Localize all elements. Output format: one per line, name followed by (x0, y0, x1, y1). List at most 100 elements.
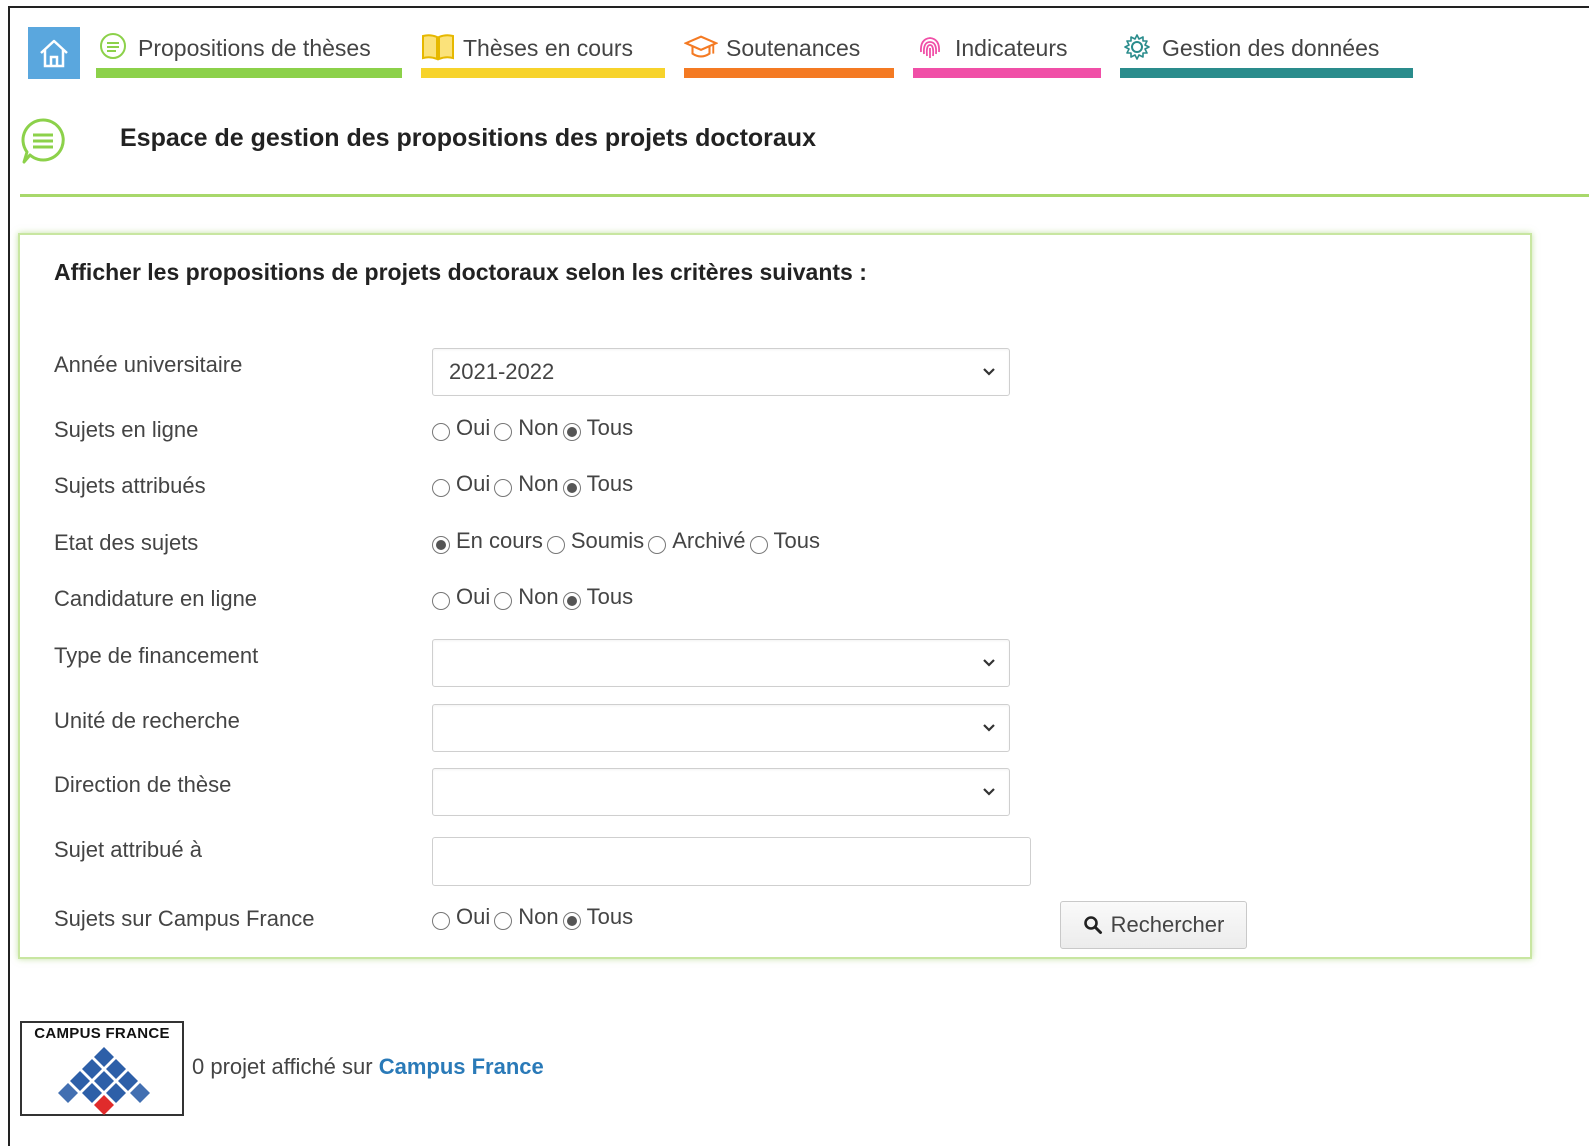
panel-title: Afficher les propositions de projets doc… (54, 259, 867, 285)
attribues-radio-group: Oui Non Tous (432, 471, 637, 497)
nav-label: Soutenances (726, 35, 861, 61)
nav-label: Indicateurs (955, 35, 1068, 61)
radio-label: Non (518, 904, 559, 929)
radio-button[interactable] (494, 592, 513, 610)
campus-radio-group: Oui Non Tous (432, 904, 637, 930)
speech-bubble-icon (21, 118, 65, 164)
chevron-down-icon (983, 724, 995, 732)
candidature-radio-group: Oui Non Tous (432, 584, 637, 610)
radio-button[interactable] (562, 592, 581, 610)
radio-button[interactable] (432, 536, 450, 554)
radio-label: Archivé (672, 528, 746, 553)
graduation-cap-icon (684, 30, 718, 64)
campus-label: Sujets sur Campus France (54, 906, 315, 931)
search-button[interactable]: Rechercher (1060, 901, 1247, 949)
radio-label: Tous (586, 415, 634, 440)
radio-label: Tous (586, 904, 634, 929)
attribue-a-label: Sujet attribué à (54, 837, 202, 862)
nav-underline (684, 68, 894, 78)
radio-option[interactable]: Tous (562, 471, 633, 497)
etat-radio-group: En cours Soumis Archivé Tous (432, 528, 824, 554)
nav-indicateurs[interactable]: Indicateurs (913, 28, 1101, 78)
radio-label: Oui (456, 471, 491, 496)
logo-text: CAMPUS FRANCE (34, 1025, 170, 1042)
radio-label: Tous (586, 584, 634, 609)
radio-button[interactable] (562, 912, 581, 930)
nav-label: Gestion des données (1162, 35, 1380, 61)
radio-label: En cours (456, 528, 543, 553)
campus-france-diamond-icon (58, 1047, 150, 1115)
radio-button[interactable] (494, 423, 513, 441)
radio-button[interactable] (432, 912, 450, 930)
header-divider (20, 194, 1589, 197)
gear-icon (1120, 30, 1154, 64)
footer-count: 0 projet affiché sur Campus France (192, 1054, 544, 1080)
unite-select[interactable] (432, 704, 1010, 752)
radio-option[interactable]: Oui (432, 415, 490, 441)
radio-option[interactable]: Non (494, 415, 559, 441)
search-button-label: Rechercher (1110, 912, 1225, 937)
radio-button[interactable] (432, 592, 450, 610)
fingerprint-icon (913, 30, 947, 64)
radio-option[interactable]: Oui (432, 584, 490, 610)
financement-label: Type de financement (54, 643, 259, 668)
chevron-down-icon (983, 659, 995, 667)
radio-button[interactable] (546, 536, 565, 554)
nav-gestion-donnees[interactable]: Gestion des données (1120, 28, 1413, 78)
etat-label: Etat des sujets (54, 530, 199, 555)
radio-option[interactable]: Tous (562, 584, 634, 610)
campus-france-logo: CAMPUS FRANCE (20, 1021, 184, 1116)
nav-label: Thèses en cours (463, 35, 634, 61)
radio-option[interactable]: Non (494, 584, 559, 610)
annee-value: 2021-2022 (449, 359, 555, 384)
radio-option[interactable]: Oui (432, 471, 490, 497)
radio-button[interactable] (494, 479, 513, 497)
nav-theses-en-cours[interactable]: Thèses en cours (421, 28, 665, 78)
en-ligne-radio-group: Oui Non Tous (432, 415, 637, 441)
radio-button[interactable] (494, 912, 513, 930)
home-button[interactable] (28, 27, 80, 79)
attribue-a-input[interactable] (432, 837, 1031, 886)
nav-underline (96, 68, 402, 78)
search-panel: Afficher les propositions de projets doc… (18, 233, 1532, 959)
radio-option[interactable]: Soumis (546, 528, 645, 554)
financement-select[interactable] (432, 639, 1010, 687)
campus-france-link[interactable]: Campus France (379, 1054, 544, 1079)
search-icon (1083, 916, 1102, 934)
radio-label: Non (518, 471, 559, 496)
radio-option[interactable]: Tous (562, 904, 634, 930)
radio-label: Oui (456, 584, 491, 609)
radio-option[interactable]: Archivé (648, 528, 746, 554)
attribues-label: Sujets attribués (54, 473, 206, 498)
radio-label: Non (518, 584, 559, 609)
radio-label: Oui (456, 904, 491, 929)
direction-select[interactable] (432, 768, 1010, 816)
nav-propositions[interactable]: Propositions de thèses (96, 28, 402, 78)
candidature-label: Candidature en ligne (54, 586, 258, 611)
radio-option[interactable]: Non (494, 904, 559, 930)
radio-label: Oui (456, 415, 491, 440)
radio-button[interactable] (562, 423, 581, 441)
footer-count-text: 0 projet affiché sur (192, 1054, 379, 1079)
radio-option[interactable]: Oui (432, 904, 490, 930)
radio-button[interactable] (432, 423, 450, 441)
annee-label: Année universitaire (54, 352, 243, 377)
radio-label: Soumis (570, 528, 645, 553)
radio-button[interactable] (648, 536, 667, 554)
chevron-down-icon (983, 368, 995, 376)
speech-bubble-icon (96, 30, 130, 64)
nav-underline (1120, 68, 1413, 78)
nav-underline (421, 68, 665, 78)
radio-option[interactable]: Tous (562, 415, 634, 441)
radio-button[interactable] (432, 479, 450, 497)
nav-soutenances[interactable]: Soutenances (684, 28, 894, 78)
chevron-down-icon (983, 788, 995, 796)
radio-option[interactable]: En cours (432, 528, 543, 554)
radio-option[interactable]: Non (494, 471, 559, 497)
radio-button[interactable] (562, 479, 581, 497)
radio-label: Non (518, 415, 559, 440)
radio-button[interactable] (749, 536, 768, 554)
open-book-icon (421, 30, 455, 64)
radio-option[interactable]: Tous (749, 528, 820, 554)
annee-select[interactable]: 2021-2022 (432, 348, 1010, 396)
